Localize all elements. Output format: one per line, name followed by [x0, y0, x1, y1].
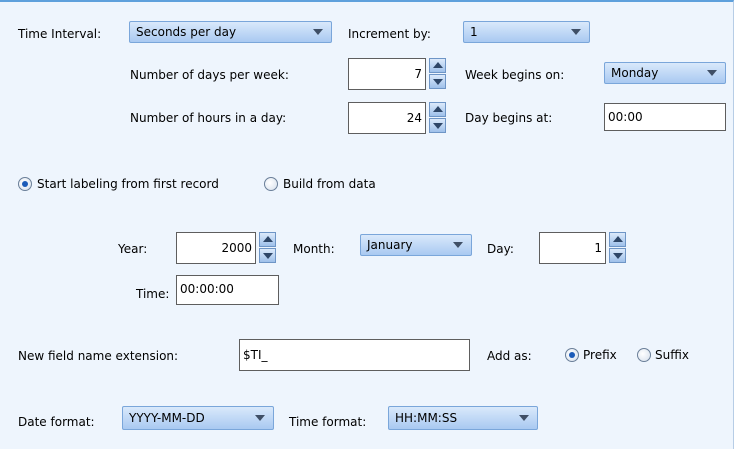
prefix-radio[interactable]	[565, 348, 579, 362]
time-format-select[interactable]: HH:MM:SS	[388, 406, 538, 430]
time-interval-value: Seconds per day	[136, 25, 237, 39]
increment-value: 1	[470, 25, 478, 39]
increment-label: Increment by:	[348, 27, 431, 41]
day-up-button[interactable]	[609, 232, 626, 247]
days-per-week-spinner	[429, 58, 446, 90]
arrow-down-icon	[433, 123, 443, 129]
arrow-down-icon	[263, 253, 273, 259]
chevron-down-icon	[453, 242, 463, 248]
time-label: Time:	[136, 287, 170, 301]
time-format-value: HH:MM:SS	[395, 411, 458, 425]
days-per-week-up-button[interactable]	[429, 58, 446, 73]
time-interval-panel: Time Interval: Seconds per day Increment…	[0, 0, 734, 449]
days-per-week-input[interactable]: 7	[348, 58, 426, 90]
year-label: Year:	[118, 242, 148, 256]
arrow-down-icon	[433, 79, 443, 85]
date-format-select[interactable]: YYYY-MM-DD	[122, 406, 274, 430]
suffix-radio[interactable]	[637, 348, 651, 362]
chevron-down-icon	[571, 29, 581, 35]
chevron-down-icon	[707, 70, 717, 76]
start-from-first-record-radio[interactable]	[18, 177, 32, 191]
suffix-label: Suffix	[655, 348, 689, 362]
arrow-up-icon	[433, 106, 443, 112]
year-input[interactable]: 2000	[176, 232, 256, 264]
start-from-first-record-label: Start labeling from first record	[37, 177, 219, 191]
extension-label: New field name extension:	[18, 349, 179, 363]
day-spinner	[609, 232, 626, 264]
add-as-label: Add as:	[487, 349, 532, 363]
date-format-value: YYYY-MM-DD	[129, 411, 205, 425]
extension-input[interactable]: $TI_	[239, 339, 470, 371]
day-label: Day:	[487, 242, 514, 256]
hours-per-day-input[interactable]: 24	[348, 102, 426, 134]
month-value: January	[367, 238, 413, 252]
chevron-down-icon	[313, 29, 323, 35]
month-select[interactable]: January	[360, 234, 472, 256]
time-interval-select[interactable]: Seconds per day	[129, 21, 332, 43]
arrow-up-icon	[613, 236, 623, 242]
chevron-down-icon	[519, 415, 529, 421]
time-interval-label: Time Interval:	[18, 27, 102, 41]
hours-per-day-up-button[interactable]	[429, 102, 446, 117]
arrow-up-icon	[263, 236, 273, 242]
time-input[interactable]: 00:00:00	[176, 275, 279, 305]
days-per-week-down-button[interactable]	[429, 74, 446, 89]
date-format-label: Date format:	[18, 415, 95, 429]
year-up-button[interactable]	[259, 232, 276, 247]
arrow-down-icon	[613, 253, 623, 259]
day-down-button[interactable]	[609, 248, 626, 263]
month-label: Month:	[293, 242, 335, 256]
year-spinner	[259, 232, 276, 264]
day-input[interactable]: 1	[539, 232, 606, 264]
hours-per-day-label: Number of hours in a day:	[130, 111, 287, 125]
day-begins-input[interactable]: 00:00	[604, 103, 726, 131]
build-from-data-radio[interactable]	[264, 177, 278, 191]
chevron-down-icon	[255, 415, 265, 421]
days-per-week-label: Number of days per week:	[130, 68, 289, 82]
week-begins-value: Monday	[611, 66, 659, 80]
hours-per-day-down-button[interactable]	[429, 118, 446, 133]
hours-per-day-spinner	[429, 102, 446, 134]
arrow-up-icon	[433, 62, 443, 68]
prefix-label: Prefix	[583, 348, 617, 362]
year-down-button[interactable]	[259, 248, 276, 263]
build-from-data-label: Build from data	[283, 177, 376, 191]
week-begins-select[interactable]: Monday	[604, 62, 726, 84]
time-format-label: Time format:	[289, 415, 367, 429]
week-begins-label: Week begins on:	[465, 68, 565, 82]
day-begins-label: Day begins at:	[465, 111, 553, 125]
increment-select[interactable]: 1	[463, 21, 590, 43]
